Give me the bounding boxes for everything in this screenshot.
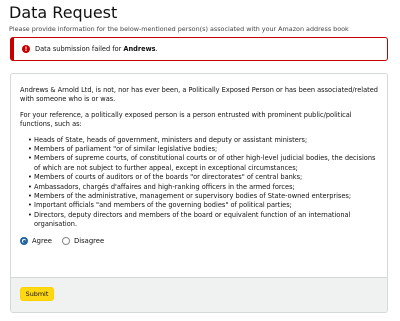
list-item: Members of the administrative, managemen… xyxy=(28,192,378,202)
list-item: Heads of State, heads of government, min… xyxy=(28,136,378,146)
list-item: Important officials "and members of the … xyxy=(28,201,378,211)
pep-statement: Andrews & Arnold Ltd, is not, nor has ev… xyxy=(20,86,378,104)
agreement-radio-group: Agree Disagree xyxy=(20,237,378,246)
disagree-radio-button[interactable] xyxy=(61,237,70,246)
disagree-radio[interactable]: Disagree xyxy=(61,236,105,246)
pep-definition: For your reference, a politically expose… xyxy=(20,110,352,129)
list-item: Members of supreme courts, of constituti… xyxy=(28,154,378,173)
page-title: Data Request xyxy=(9,3,118,22)
alert-message: Data submission failed for xyxy=(35,45,122,53)
alert-suffix: . xyxy=(155,45,158,53)
submit-button[interactable]: Submit xyxy=(20,287,54,301)
page-subtitle: Please provide information for the below… xyxy=(9,25,349,33)
agree-label: Agree xyxy=(32,236,52,245)
pep-list: Heads of State, heads of government, min… xyxy=(20,136,378,230)
agree-radio[interactable]: Agree xyxy=(20,237,52,246)
list-item: Members of courts of auditors or of the … xyxy=(28,173,378,183)
disagree-label: Disagree xyxy=(73,236,105,245)
alert-person-name: Andrews xyxy=(123,45,156,53)
declaration-body: Andrews & Arnold Ltd, is not, nor has ev… xyxy=(11,74,387,246)
declaration-panel: Andrews & Arnold Ltd, is not, nor has ev… xyxy=(10,73,388,313)
list-item: Directors, deputy directors and members … xyxy=(28,211,378,230)
list-item: Members of parliament "or of similar leg… xyxy=(28,145,378,155)
form-footer: Submit xyxy=(11,277,387,312)
list-item: Ambassadors, chargés d'affaires and high… xyxy=(28,183,378,193)
agree-radio-button[interactable] xyxy=(20,237,28,246)
error-alert: ! Data submission failed for Andrews . xyxy=(10,37,388,61)
alert-icon: ! xyxy=(22,45,30,53)
